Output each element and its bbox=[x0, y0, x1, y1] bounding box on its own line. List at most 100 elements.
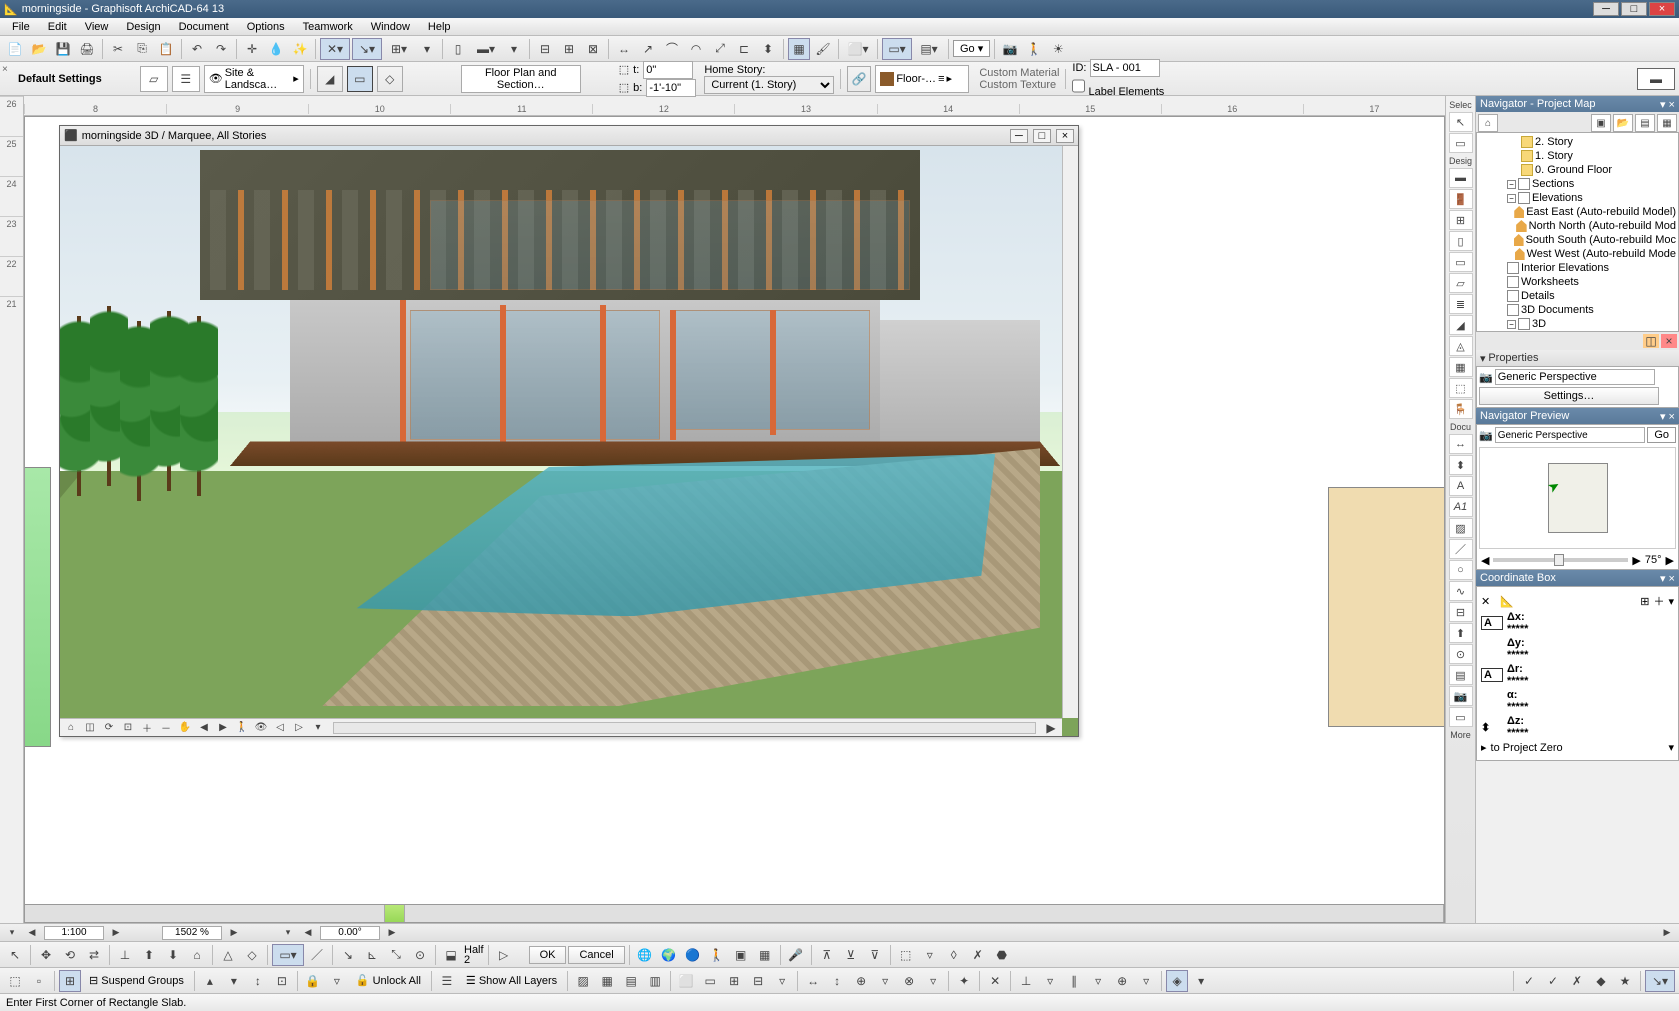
angle-right-icon[interactable]: ▶ bbox=[384, 926, 400, 940]
split-icon[interactable]: ⊞ bbox=[558, 38, 580, 60]
vm3-icon[interactable]: ▤ bbox=[620, 970, 642, 992]
cursor-icon[interactable]: ↖ bbox=[4, 944, 26, 966]
level-icon[interactable]: ⬍ bbox=[1449, 455, 1473, 475]
coord-b-icon[interactable]: ◇ bbox=[241, 944, 263, 966]
nav-prev2-icon[interactable]: ◁ bbox=[271, 720, 289, 736]
doc-close-button[interactable]: × bbox=[1056, 129, 1074, 143]
lr4-icon[interactable]: ⊡ bbox=[271, 970, 293, 992]
sun-icon[interactable]: ☀ bbox=[1047, 38, 1069, 60]
eyedropper-icon[interactable]: 💧 bbox=[265, 38, 287, 60]
half-icon[interactable]: ⬓ bbox=[440, 944, 462, 966]
slider-left-icon[interactable]: ◀ bbox=[1481, 554, 1489, 567]
t2-icon[interactable]: ⊻ bbox=[840, 944, 862, 966]
home-story-select[interactable]: Current (1. Story) bbox=[704, 76, 834, 94]
roof-icon[interactable]: ◢ bbox=[1449, 315, 1473, 335]
doc-maximize-button[interactable]: □ bbox=[1033, 129, 1051, 143]
geom-rot-icon[interactable]: ◇ bbox=[377, 66, 403, 92]
vm2-icon[interactable]: ▦ bbox=[596, 970, 618, 992]
ok-button[interactable]: OK bbox=[529, 946, 567, 964]
collapse-icon[interactable]: ▾ bbox=[1480, 352, 1486, 365]
zoom-left-icon[interactable]: ◀ bbox=[24, 926, 40, 940]
u4-icon[interactable]: ✗ bbox=[967, 944, 989, 966]
section-icon[interactable]: ⊟ bbox=[1449, 602, 1473, 622]
sn3-icon[interactable]: ⊥ bbox=[1015, 970, 1037, 992]
spline-icon[interactable]: ∿ bbox=[1449, 581, 1473, 601]
lock-icon[interactable]: 🔒 bbox=[302, 970, 324, 992]
show-3d-icon[interactable]: ▦ bbox=[788, 38, 810, 60]
scale-input[interactable] bbox=[44, 926, 104, 940]
tree-item[interactable]: Worksheets bbox=[1479, 275, 1676, 289]
tree-item[interactable]: South South (Auto-rebuild Moc bbox=[1479, 233, 1676, 247]
tree-item[interactable]: 3D Documents bbox=[1479, 303, 1676, 317]
preview-close-icon[interactable]: ▾ × bbox=[1660, 410, 1675, 423]
t3-icon[interactable]: ⊽ bbox=[864, 944, 886, 966]
marquee-filter-icon[interactable]: ▭▾ bbox=[882, 38, 912, 60]
story-down-icon[interactable]: ▾ bbox=[223, 970, 245, 992]
door-icon[interactable]: 🚪 bbox=[1449, 189, 1473, 209]
angle-left-icon[interactable]: ◀ bbox=[300, 926, 316, 940]
measure2-icon[interactable]: ↗ bbox=[637, 38, 659, 60]
circle-icon[interactable]: ○ bbox=[1449, 560, 1473, 580]
tree-item[interactable]: Details bbox=[1479, 289, 1676, 303]
default-settings-label[interactable]: Default Settings bbox=[4, 73, 102, 85]
tree-item[interactable]: East East (Auto-rebuild Model) bbox=[1479, 205, 1676, 219]
g2-icon[interactable]: 🌍 bbox=[658, 944, 680, 966]
trace-icon[interactable]: ▾ bbox=[503, 38, 525, 60]
nav-fit-icon[interactable]: ⊡ bbox=[119, 720, 137, 736]
chk2-icon[interactable]: ✓ bbox=[1542, 970, 1564, 992]
view1-icon[interactable]: ▣ bbox=[730, 944, 752, 966]
tree-toggle-icon[interactable]: − bbox=[1507, 180, 1516, 189]
nav-pan-icon[interactable]: ✋ bbox=[176, 720, 194, 736]
tree-item[interactable]: 1. Story bbox=[1479, 149, 1676, 163]
angle-input[interactable] bbox=[320, 926, 380, 940]
proj-zero-label[interactable]: to Project Zero bbox=[1491, 742, 1563, 754]
g1-icon[interactable]: 🌐 bbox=[634, 944, 656, 966]
tree-item[interactable]: West West (Auto-rebuild Mode bbox=[1479, 247, 1676, 261]
nav-tab-project-icon[interactable]: ⌂ bbox=[1478, 114, 1498, 132]
zone-icon[interactable]: ⬚ bbox=[1449, 378, 1473, 398]
layer-combo[interactable]: 👁 Site & Landsca… ▸ bbox=[204, 65, 304, 93]
chevron-down-icon[interactable]: ▾ bbox=[1668, 741, 1674, 754]
tree-toggle-icon[interactable]: − bbox=[1507, 194, 1516, 203]
walk-icon[interactable]: 🚶 bbox=[1023, 38, 1045, 60]
layers-icon[interactable]: ☰ bbox=[436, 970, 458, 992]
coord-a-icon[interactable]: △ bbox=[217, 944, 239, 966]
sn3b-icon[interactable]: ▿ bbox=[1039, 970, 1061, 992]
suspend-groups-button[interactable]: ⊟ Suspend Groups bbox=[83, 974, 190, 987]
nav-prev-icon[interactable]: ◀ bbox=[195, 720, 213, 736]
chevron-right-icon[interactable]: ▸ bbox=[1481, 741, 1487, 754]
snap4b-icon[interactable]: ▿ bbox=[922, 970, 944, 992]
coord-origin-icon[interactable]: ✕ bbox=[1481, 595, 1490, 608]
tree-item[interactable]: −3D bbox=[1479, 317, 1676, 331]
vm4-icon[interactable]: ▥ bbox=[644, 970, 666, 992]
home-icon[interactable]: ⌂ bbox=[186, 944, 208, 966]
go-button[interactable]: Go ▾ bbox=[953, 40, 990, 57]
doc-minimize-button[interactable]: ─ bbox=[1010, 129, 1028, 143]
zoom-input[interactable] bbox=[162, 926, 222, 940]
marquee-tool-icon[interactable]: ▭ bbox=[1449, 133, 1473, 153]
u5-icon[interactable]: ⬣ bbox=[991, 944, 1013, 966]
menu-teamwork[interactable]: Teamwork bbox=[295, 20, 361, 34]
chk4-icon[interactable]: ◆ bbox=[1590, 970, 1612, 992]
adjust-icon[interactable]: ⊠ bbox=[582, 38, 604, 60]
fillet-icon[interactable]: ⌒ bbox=[661, 38, 683, 60]
vo4-icon[interactable]: ⊟ bbox=[747, 970, 769, 992]
scroll-r-icon[interactable]: ▶ bbox=[1659, 926, 1675, 940]
geom-1-icon[interactable]: ◢ bbox=[317, 66, 343, 92]
sn2-icon[interactable]: ✕ bbox=[984, 970, 1006, 992]
elevation-icon[interactable]: ⬆ bbox=[1449, 623, 1473, 643]
vo2-icon[interactable]: ▭ bbox=[699, 970, 721, 992]
unlock-all-button[interactable]: 🔓 Unlock All bbox=[350, 974, 427, 987]
floor-plan-section-button[interactable]: Floor Plan and Section… bbox=[461, 65, 581, 93]
line-icon[interactable]: ／ bbox=[1449, 539, 1473, 559]
lr5-icon[interactable]: ▿ bbox=[326, 970, 348, 992]
arc-icon[interactable]: ◠ bbox=[685, 38, 707, 60]
trim-icon[interactable]: ⊟ bbox=[534, 38, 556, 60]
settings-button[interactable]: Settings… bbox=[1479, 387, 1659, 405]
paste-icon[interactable]: 📋 bbox=[155, 38, 177, 60]
sn4b-icon[interactable]: ▿ bbox=[1087, 970, 1109, 992]
preview-go-button[interactable]: Go bbox=[1647, 427, 1676, 443]
text-icon[interactable]: A bbox=[1449, 476, 1473, 496]
undo-icon[interactable]: ↶ bbox=[186, 38, 208, 60]
u2-icon[interactable]: ▿ bbox=[919, 944, 941, 966]
